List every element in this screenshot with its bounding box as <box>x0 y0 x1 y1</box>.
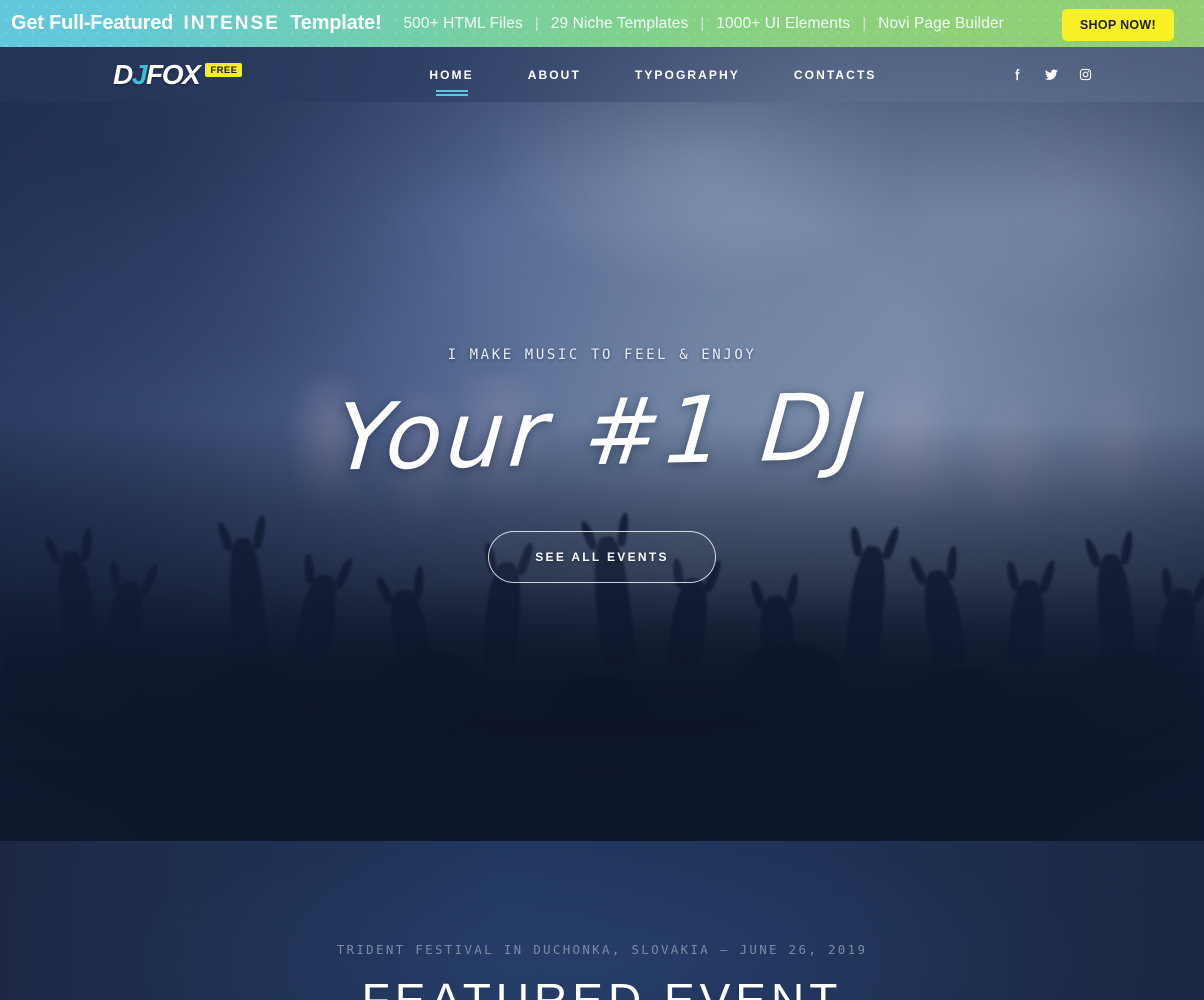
promo-feature-item: Novi Page Builder <box>878 14 1004 32</box>
promo-separator: | <box>700 15 705 32</box>
hero-title: Your #1 DJ <box>331 373 873 492</box>
nav-item-home[interactable]: HOME <box>402 68 500 82</box>
promo-headline: Get Full-Featured INTENSE Template! <box>11 12 382 35</box>
hero-content: I MAKE MUSIC TO FEEL & ENJOY Your #1 DJ … <box>0 347 1204 583</box>
promo-feature-list: 500+ HTML Files | 29 Niche Templates | 1… <box>403 15 1004 33</box>
promo-separator: | <box>534 15 539 32</box>
shop-now-button[interactable]: SHOP NOW! <box>1061 9 1174 41</box>
promo-separator: | <box>862 15 867 32</box>
promo-feature-item: 1000+ UI Elements <box>716 14 851 32</box>
twitter-icon[interactable] <box>1042 66 1060 84</box>
site-header: DJFOX FREE HOME ABOUT TYPOGRAPHY CONTACT… <box>0 47 1204 102</box>
promo-banner: Get Full-Featured INTENSE Template! 500+… <box>0 0 1204 47</box>
site-logo[interactable]: DJFOX FREE <box>113 58 243 90</box>
logo-text: DJFOX <box>113 58 201 90</box>
hero-section: DJFOX FREE HOME ABOUT TYPOGRAPHY CONTACT… <box>0 47 1204 841</box>
featured-event-title: FEATURED EVENT <box>361 974 843 1000</box>
hero-subtitle: I MAKE MUSIC TO FEEL & ENJOY <box>447 347 757 363</box>
featured-event-kicker: TRIDENT FESTIVAL IN DUCHONKA, SLOVAKIA –… <box>336 942 868 957</box>
promo-headline-pre: Get Full-Featured <box>11 12 174 34</box>
see-all-events-button[interactable]: SEE ALL EVENTS <box>488 531 716 583</box>
promo-feature-item: 500+ HTML Files <box>403 14 523 32</box>
main-navigation: HOME ABOUT TYPOGRAPHY CONTACTS <box>402 68 903 82</box>
nav-item-about[interactable]: ABOUT <box>501 68 608 82</box>
logo-letter-d: D <box>113 58 133 90</box>
social-links <box>1008 66 1094 84</box>
instagram-icon[interactable] <box>1076 66 1094 84</box>
nav-item-typography[interactable]: TYPOGRAPHY <box>608 68 767 82</box>
logo-free-badge: FREE <box>205 63 243 77</box>
promo-headline-brand: INTENSE <box>183 13 280 34</box>
logo-letter-j: J <box>131 58 148 90</box>
logo-word-fox: FOX <box>146 58 201 90</box>
promo-headline-post: Template! <box>290 12 382 34</box>
featured-event-section: TRIDENT FESTIVAL IN DUCHONKA, SLOVAKIA –… <box>0 841 1204 1000</box>
facebook-icon[interactable] <box>1008 66 1026 84</box>
nav-item-contacts[interactable]: CONTACTS <box>767 68 904 82</box>
promo-feature-item: 29 Niche Templates <box>550 14 689 32</box>
